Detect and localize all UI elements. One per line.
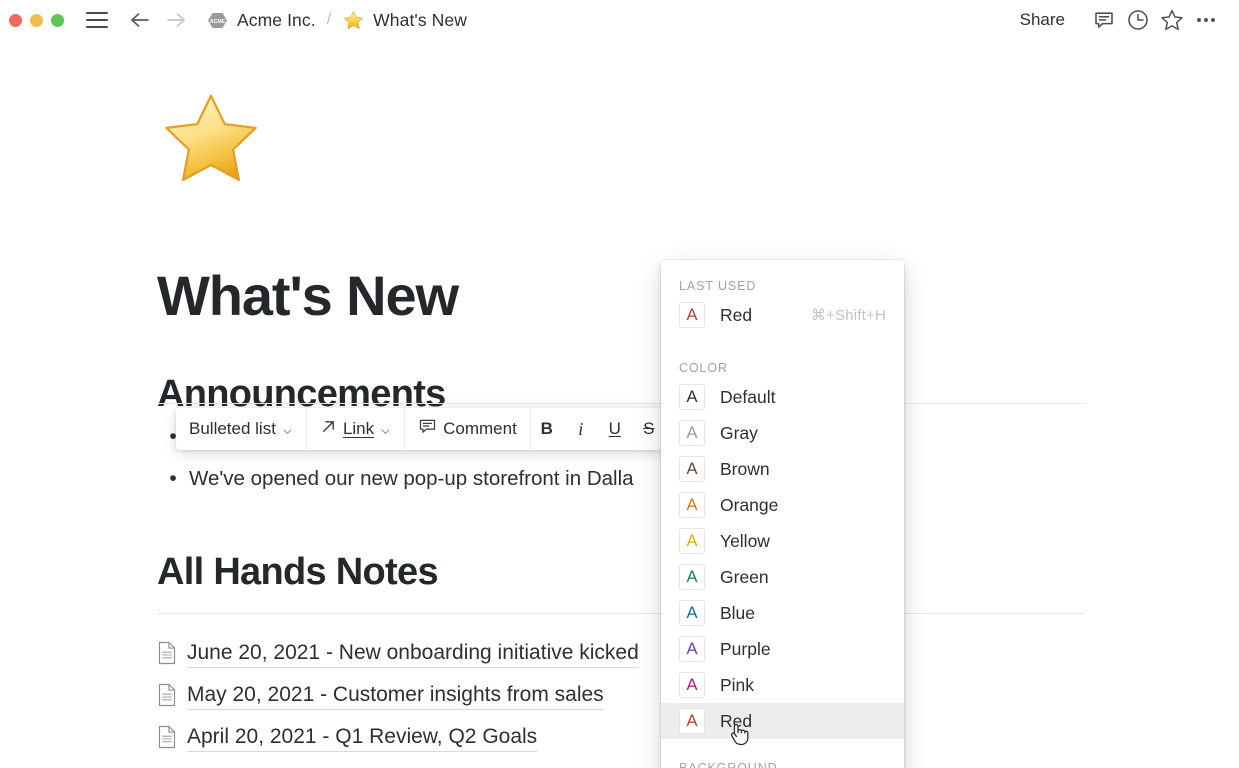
keyboard-shortcut: ⌘+Shift+H — [811, 306, 886, 324]
note-title[interactable]: May 20, 2021 - Customer insights from sa… — [187, 681, 604, 710]
arrow-up-right-icon — [320, 418, 337, 440]
color-option-last-used-red[interactable]: A Red ⌘+Shift+H — [661, 297, 904, 333]
comment-icon[interactable] — [1087, 5, 1121, 35]
color-option-brown[interactable]: A Brown — [661, 451, 904, 487]
text-style-group: B i U S — [531, 408, 665, 450]
color-swatch: A — [679, 384, 705, 410]
more-horizontal-icon[interactable] — [1189, 5, 1223, 35]
link-label: Link — [343, 419, 374, 439]
workspace-logo-icon[interactable]: ACME — [207, 10, 228, 31]
color-swatch: A — [679, 302, 705, 328]
svg-text:ACME: ACME — [210, 19, 226, 25]
chevron-down-icon — [282, 424, 293, 435]
page-title[interactable]: What's New — [157, 268, 458, 324]
section-label-last-used: LAST USED — [661, 275, 904, 297]
color-option-red[interactable]: A Red — [661, 703, 904, 739]
color-swatch: A — [679, 708, 705, 734]
color-option-green[interactable]: A Green — [661, 559, 904, 595]
color-option-label: Red — [720, 711, 752, 732]
color-swatch: A — [679, 564, 705, 590]
color-swatch: A — [679, 456, 705, 482]
color-option-gray[interactable]: A Gray — [661, 415, 904, 451]
list-item[interactable]: June 20, 2021 - New onboarding initiativ… — [157, 632, 1085, 674]
arrow-right-icon[interactable] — [165, 9, 187, 31]
color-option-default[interactable]: A Default — [661, 379, 904, 415]
text-color-menu: LAST USED A Red ⌘+Shift+H COLOR A Defaul… — [661, 260, 904, 768]
link-button[interactable]: Link — [307, 408, 405, 450]
window-traffic-lights — [9, 14, 64, 27]
heading-all-hands-notes[interactable]: All Hands Notes — [157, 553, 438, 591]
bullet-marker: • — [157, 464, 189, 494]
list-item[interactable]: April 20, 2021 - Q1 Review, Q2 Goals — [157, 716, 1085, 758]
block-type-dropdown[interactable]: Bulleted list — [176, 408, 307, 450]
italic-button[interactable]: i — [567, 419, 595, 440]
note-title[interactable]: April 20, 2021 - Q1 Review, Q2 Goals — [187, 723, 537, 752]
strikethrough-button[interactable]: S — [635, 419, 663, 439]
color-option-label: Red — [720, 305, 752, 326]
star-outline-icon[interactable] — [1155, 5, 1189, 35]
page-document-icon — [157, 683, 187, 707]
color-option-label: Pink — [720, 675, 754, 696]
color-option-yellow[interactable]: A Yellow — [661, 523, 904, 559]
color-swatch: A — [679, 600, 705, 626]
page-document-icon — [157, 725, 187, 749]
format-toolbar: Bulleted list Link — [176, 408, 665, 450]
color-option-pink[interactable]: A Pink — [661, 667, 904, 703]
divider-all-hands-notes — [157, 613, 1085, 614]
color-swatch: A — [679, 420, 705, 446]
divider-announcements — [157, 403, 1085, 404]
page-document-icon — [157, 641, 187, 665]
share-button[interactable]: Share — [1012, 6, 1073, 34]
title-bar: ACME Acme Inc. / What's New Share — [0, 0, 1239, 40]
arrow-left-icon[interactable] — [129, 9, 151, 31]
color-option-label: Yellow — [720, 531, 770, 552]
titlebar-actions: Share — [1012, 5, 1223, 35]
window-zoom-button[interactable] — [51, 14, 64, 27]
underline-button[interactable]: U — [601, 419, 629, 439]
block-type-label: Bulleted list — [189, 419, 276, 439]
comment-button[interactable]: Comment — [405, 408, 531, 450]
color-option-orange[interactable]: A Orange — [661, 487, 904, 523]
breadcrumb-workspace[interactable]: Acme Inc. — [237, 10, 316, 31]
document-page: What's New Announcements • New commuter … — [0, 40, 1239, 768]
color-option-label: Brown — [720, 459, 770, 480]
note-title[interactable]: June 20, 2021 - New onboarding initiativ… — [187, 639, 639, 668]
star-emoji-icon — [343, 10, 364, 31]
bold-button[interactable]: B — [533, 419, 561, 439]
section-label-background: BACKGROUND — [661, 757, 904, 768]
bullet-text-prefix: We've opened our new pop-up storefront i… — [189, 464, 634, 494]
comment-label: Comment — [443, 419, 517, 439]
color-swatch: A — [679, 636, 705, 662]
color-option-label: Green — [720, 567, 769, 588]
comment-bubble-icon — [418, 417, 437, 441]
hamburger-icon[interactable] — [86, 12, 108, 29]
breadcrumb-page[interactable]: What's New — [373, 10, 467, 31]
page-star-emoji-icon[interactable] — [157, 90, 265, 190]
color-option-label: Orange — [720, 495, 778, 516]
breadcrumb-separator: / — [327, 11, 331, 29]
color-swatch: A — [679, 492, 705, 518]
color-option-blue[interactable]: A Blue — [661, 595, 904, 631]
color-option-label: Default — [720, 387, 775, 408]
clock-icon[interactable] — [1121, 5, 1155, 35]
color-swatch: A — [679, 672, 705, 698]
all-hands-notes-list: June 20, 2021 - New onboarding initiativ… — [157, 632, 1085, 758]
window-minimize-button[interactable] — [30, 14, 43, 27]
window-close-button[interactable] — [9, 14, 22, 27]
list-item[interactable]: • We've opened our new pop-up storefront… — [157, 464, 1085, 506]
color-option-label: Purple — [720, 639, 771, 660]
section-label-color: COLOR — [661, 357, 904, 379]
color-option-label: Gray — [720, 423, 758, 444]
app-window: ACME Acme Inc. / What's New Share — [0, 0, 1239, 768]
color-option-purple[interactable]: A Purple — [661, 631, 904, 667]
list-item[interactable]: May 20, 2021 - Customer insights from sa… — [157, 674, 1085, 716]
color-option-label: Blue — [720, 603, 755, 624]
chevron-down-icon — [380, 424, 391, 435]
color-swatch: A — [679, 528, 705, 554]
